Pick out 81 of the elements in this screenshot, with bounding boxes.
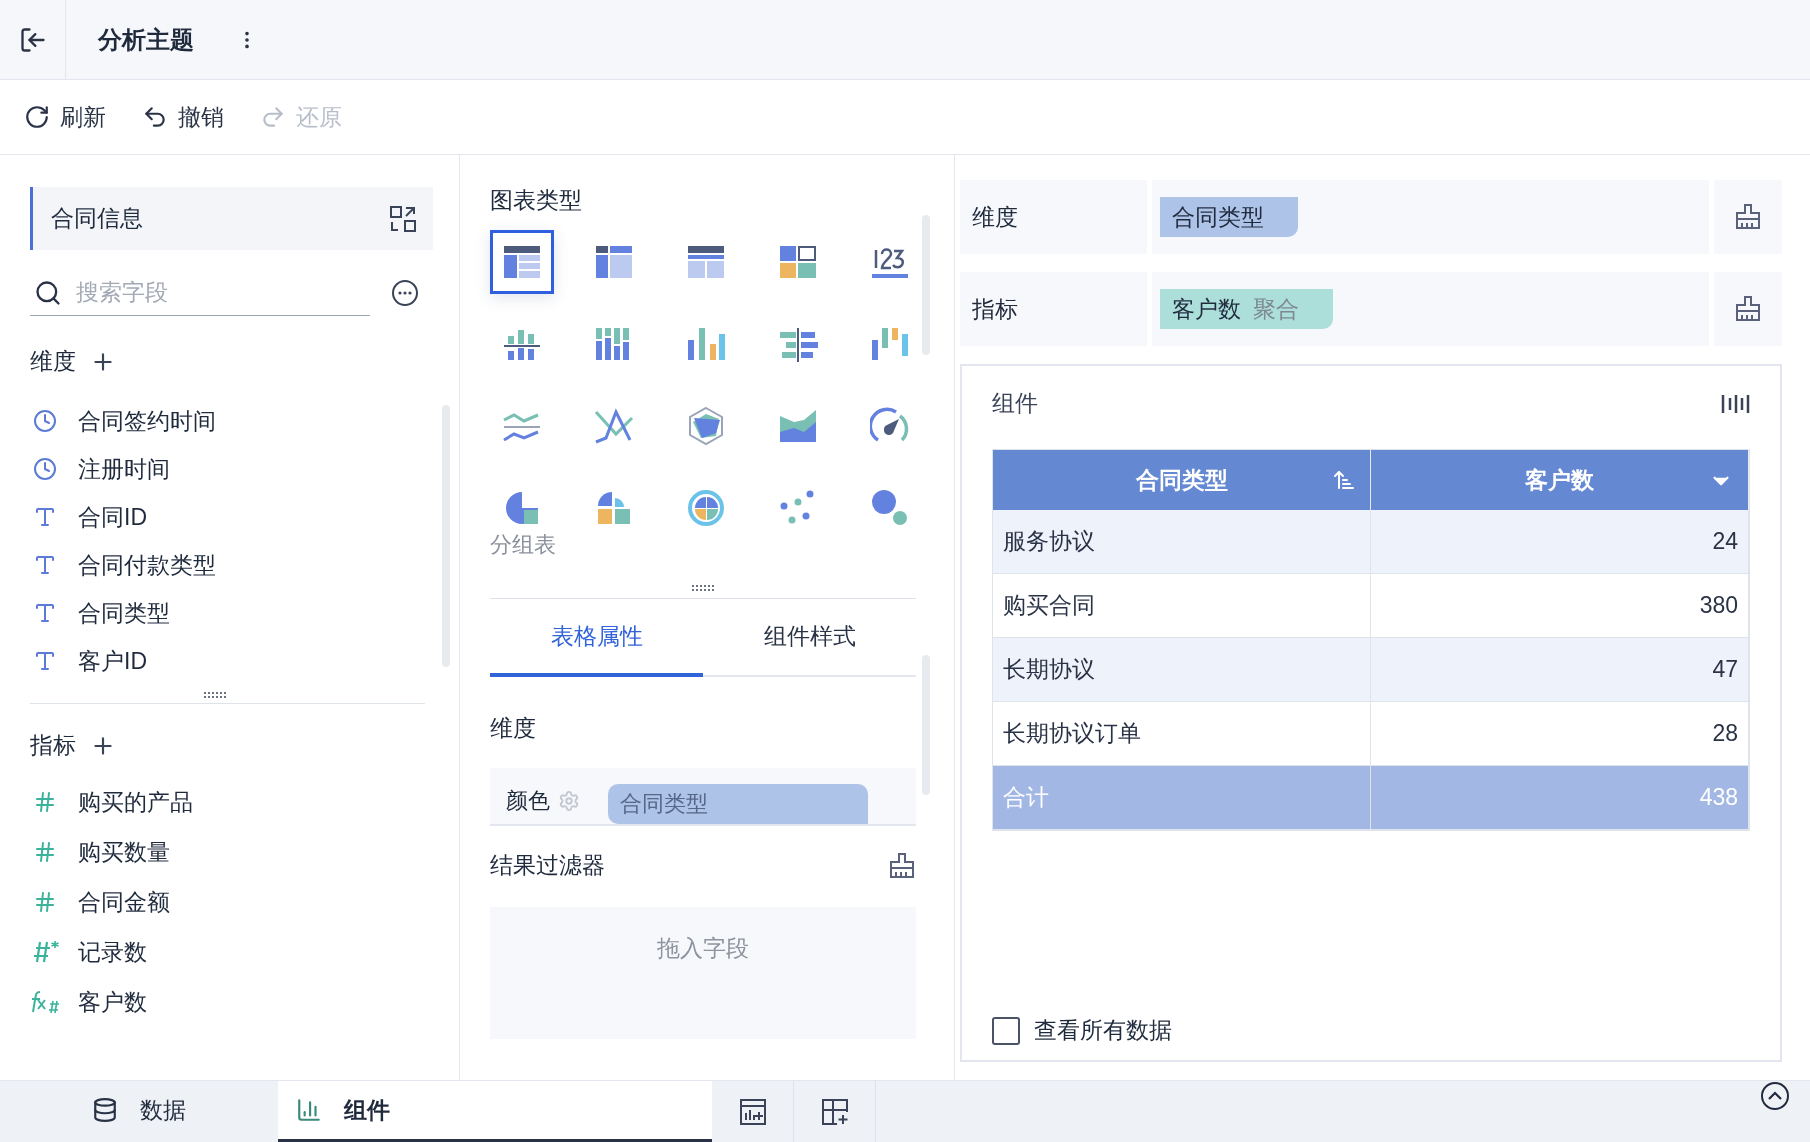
field-item[interactable]: 合同ID [30,493,459,541]
table-cell: 服务协议 [993,510,1371,574]
search-field[interactable]: 搜索字段 [74,278,354,307]
table-cell: 24 [1371,510,1749,574]
database-icon [92,1097,118,1123]
checkbox[interactable] [992,1016,1020,1045]
clock-icon [33,409,57,433]
text-type-icon [33,649,57,673]
sort-icon[interactable] [1332,468,1356,492]
refresh-button[interactable]: 刷新 [24,101,106,133]
field-item[interactable]: 合同类型 [30,589,459,637]
sunburst-chart-icon [686,488,726,528]
table-cell: 28 [1371,702,1749,766]
table-cell: 380 [1371,574,1749,638]
field-item[interactable]: 注册时间 [30,445,459,493]
table-cell: 购买合同 [993,574,1371,638]
scrollbar-thumb[interactable] [922,655,930,795]
undo-button[interactable]: 撤销 [142,101,224,133]
section-title: 维度 [30,347,76,376]
radar-chart-icon [686,406,726,446]
shelf-drop-area[interactable]: 合同类型 [1152,180,1709,254]
property-tab[interactable]: 组件样式 [703,599,916,677]
field-chip[interactable]: 合同类型 [1160,197,1298,237]
drag-handle-icon[interactable] [691,584,715,592]
clock-icon [33,457,57,481]
refresh-icon [24,104,50,130]
property-tab[interactable]: 表格属性 [490,599,703,677]
scrollbar-thumb[interactable] [922,215,930,355]
formula-icon [30,989,60,1015]
field-item[interactable]: 购买的产品 [30,777,459,827]
redo-icon [260,104,286,130]
text-type-icon [33,601,57,625]
bottom-tab[interactable]: 数据 [0,1081,278,1142]
clear-icon[interactable] [888,851,916,880]
hash-icon [33,890,57,914]
bottom-tab[interactable]: 组件 [278,1081,712,1142]
section-title: 图表类型 [490,186,583,215]
table-cell: 长期协议订单 [993,702,1371,766]
scrollbar-thumb[interactable] [442,405,450,667]
bar-chart-icon [296,1097,322,1123]
exit-icon [18,25,47,54]
bubble-chart-icon [870,488,910,528]
total-cell: 438 [1371,766,1749,830]
hash-icon [33,790,57,814]
switch-dataset-icon[interactable] [389,204,417,233]
field-chip[interactable]: 客户数 聚合 [1160,289,1333,329]
chart-type-label: 分组表 [490,531,557,559]
show-all-checkbox[interactable]: 查看所有数据 [992,1015,1750,1046]
table-cell: 长期协议 [993,638,1371,702]
text-type-icon [33,505,57,529]
chart-type-button[interactable] [490,230,554,294]
section-title: 结果过滤器 [490,851,605,880]
dataset-name: 合同信息 [51,204,143,233]
hash-icon [33,840,57,864]
color-label: 颜色 [506,787,550,815]
field-item[interactable]: 合同签约时间 [30,397,459,445]
text-type-icon [33,553,57,577]
field-item[interactable]: 记录数 [30,927,459,977]
shelf-drop-area[interactable]: 客户数 聚合 [1152,272,1709,346]
line-chart-icon [594,406,634,446]
table-cell: 47 [1371,638,1749,702]
shelf-label: 维度 [960,180,1147,254]
search-icon [34,278,62,307]
card-title: 组件 [992,389,1038,418]
section-title: 指标 [30,731,76,760]
field-item[interactable]: 购买数量 [30,827,459,877]
undo-icon [142,104,168,130]
field-item[interactable]: 客户ID [30,637,459,685]
section-title: 维度 [490,714,537,743]
page-title: 分析主题 [98,24,194,55]
more-options-icon[interactable] [390,278,420,308]
field-item[interactable]: 合同付款类型 [30,541,459,589]
dataset-selector[interactable]: 合同信息 [30,187,433,250]
total-cell: 合计 [993,766,1371,830]
barcode-bars-icon[interactable] [1720,392,1750,415]
aggregation-label: 聚合 [1253,294,1299,324]
clear-icon[interactable] [1734,295,1762,323]
field-item[interactable]: 合同金额 [30,877,459,927]
field-item[interactable]: 客户数 [30,977,459,1027]
clear-icon[interactable] [1734,203,1762,231]
shelf-label: 指标 [960,272,1147,346]
